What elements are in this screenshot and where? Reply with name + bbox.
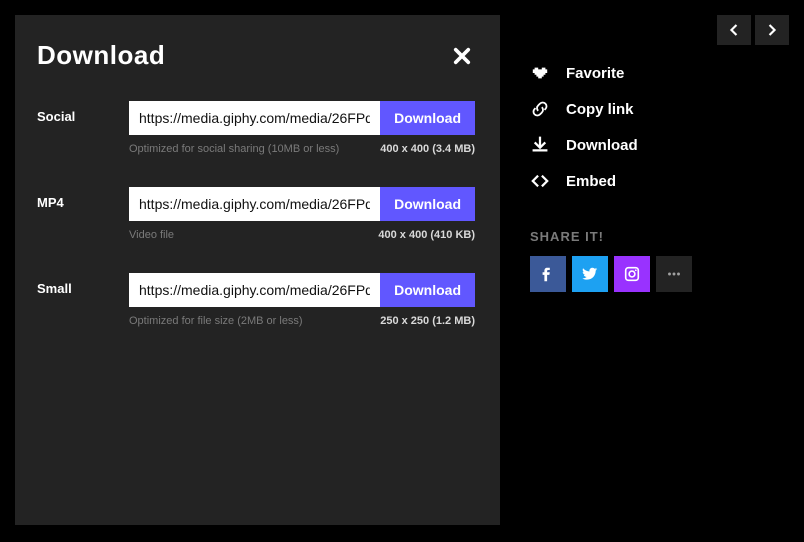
next-button[interactable] (755, 15, 789, 45)
social-dims: 400 x 400 (3.4 MB) (380, 143, 475, 155)
close-button[interactable] (451, 45, 473, 67)
small-dims: 250 x 250 (1.2 MB) (380, 315, 475, 327)
share-facebook-button[interactable] (530, 256, 566, 292)
small-desc: Optimized for file size (2MB or less) (129, 315, 303, 327)
download-modal: Download Social Download Optimized for s… (15, 15, 500, 525)
modal-title: Download (37, 40, 165, 71)
copylink-action[interactable]: Copy link (530, 91, 789, 127)
social-download-button[interactable]: Download (380, 101, 475, 135)
download-label: Download (566, 137, 638, 154)
close-icon (453, 47, 471, 65)
row-label-social: Social (37, 101, 129, 124)
share-more-button[interactable] (656, 256, 692, 292)
facebook-icon (539, 265, 557, 283)
prev-button[interactable] (717, 15, 751, 45)
download-icon (530, 135, 550, 155)
twitter-icon (581, 265, 599, 283)
instagram-icon (623, 265, 641, 283)
embed-icon (530, 171, 550, 191)
download-action[interactable]: Download (530, 127, 789, 163)
small-url-input[interactable] (129, 273, 380, 307)
link-icon (530, 99, 550, 119)
share-twitter-button[interactable] (572, 256, 608, 292)
caret-left-icon (729, 24, 739, 36)
share-instagram-button[interactable] (614, 256, 650, 292)
mp4-download-button[interactable]: Download (380, 187, 475, 221)
share-title: SHARE IT! (530, 229, 789, 244)
social-url-input[interactable] (129, 101, 380, 135)
heart-icon (530, 63, 550, 83)
caret-right-icon (767, 24, 777, 36)
favorite-action[interactable]: Favorite (530, 55, 789, 91)
embed-action[interactable]: Embed (530, 163, 789, 199)
row-label-small: Small (37, 273, 129, 296)
mp4-url-input[interactable] (129, 187, 380, 221)
social-desc: Optimized for social sharing (10MB or le… (129, 143, 339, 155)
embed-label: Embed (566, 173, 616, 190)
more-icon (665, 265, 683, 283)
row-label-mp4: MP4 (37, 187, 129, 210)
small-download-button[interactable]: Download (380, 273, 475, 307)
mp4-desc: Video file (129, 229, 174, 241)
copylink-label: Copy link (566, 101, 634, 118)
favorite-label: Favorite (566, 65, 624, 82)
mp4-dims: 400 x 400 (410 KB) (378, 229, 475, 241)
